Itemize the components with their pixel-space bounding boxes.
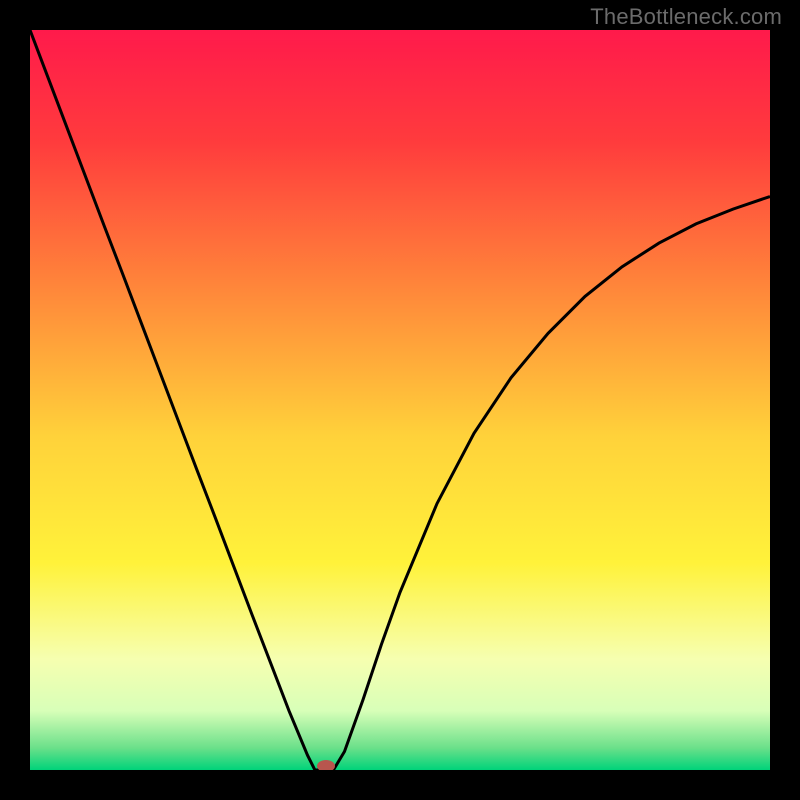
bottleneck-chart bbox=[30, 30, 770, 770]
watermark-text: TheBottleneck.com bbox=[590, 4, 782, 30]
gradient-background bbox=[30, 30, 770, 770]
plot-area bbox=[30, 30, 770, 770]
chart-frame: TheBottleneck.com bbox=[0, 0, 800, 800]
